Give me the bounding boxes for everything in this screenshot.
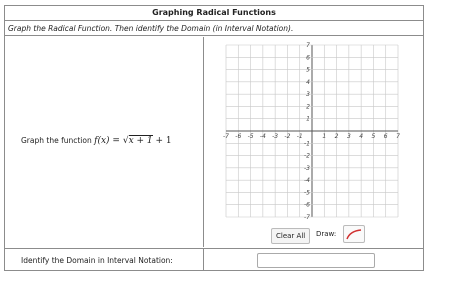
page-title: Graphing Radical Functions [5, 6, 423, 21]
y-tick-label: 1 [306, 116, 310, 123]
instructions: Graph the Radical Function. Then identif… [5, 21, 423, 36]
x-tick-label: -3 [272, 133, 278, 140]
graph-canvas[interactable]: -7 -6 -5 -4 -3 -2 -1 1 2 3 4 5 6 7 7 6 5 4 3 2 1 -1 -2 -3 -4 -5 -6… [222, 41, 402, 221]
y-tick-label: -4 [304, 177, 310, 184]
x-tick-label: 7 [396, 133, 400, 140]
x-tick-label: 6 [384, 133, 388, 140]
y-tick-label: -5 [304, 189, 310, 196]
draw-label: Draw: [316, 230, 337, 238]
x-tick-label: -4 [260, 133, 266, 140]
domain-label: Identify the Domain in Interval Notation… [21, 256, 173, 265]
x-tick-label: -1 [297, 133, 303, 140]
x-tick-label: -6 [235, 133, 241, 140]
x-tick-label: -2 [284, 133, 290, 140]
question-cell: Graph the function f(x) = √x + 1 + 1 [5, 37, 204, 247]
y-tick-label: -3 [304, 165, 310, 172]
curve-icon [346, 229, 362, 240]
y-tick-label: -7 [304, 214, 310, 221]
y-tick-label: 5 [306, 67, 310, 74]
function-expression: f(x) = √x + 1 + 1 [94, 135, 172, 146]
radical-sign: √ [122, 136, 129, 146]
y-tick-label: 2 [306, 103, 310, 110]
question-table: Graphing Radical Functions Graph the Rad… [4, 5, 424, 271]
y-tick-label: 7 [306, 42, 310, 49]
x-tick-label: -7 [223, 133, 229, 140]
clear-all-button[interactable]: Clear All [271, 228, 311, 244]
y-tick-label: -2 [304, 153, 310, 160]
x-tick-label: 4 [359, 133, 363, 140]
x-tick-label: -5 [248, 133, 254, 140]
x-tick-label: 1 [322, 133, 326, 140]
y-tick-label: -6 [304, 202, 310, 209]
domain-input[interactable] [257, 253, 375, 268]
draw-curve-tool-button[interactable] [343, 225, 365, 243]
function-radicand: x + 1 [128, 135, 153, 146]
function-tail: + 1 [152, 136, 172, 146]
graph-cell: -7 -6 -5 -4 -3 -2 -1 1 2 3 4 5 6 7 7 6 5 4 3 2 1 -1 -2 -3 -4 -5 -6… [205, 37, 423, 247]
x-tick-label: 2 [335, 133, 339, 140]
function-prompt: Graph the function f(x) = √x + 1 + 1 [21, 135, 172, 146]
y-tick-label: 6 [306, 54, 310, 61]
y-tick-label: 3 [306, 91, 310, 98]
y-tick-label: -1 [304, 140, 310, 147]
x-tick-label: 5 [372, 133, 376, 140]
domain-label-cell: Identify the Domain in Interval Notation… [5, 249, 204, 271]
prompt-label: Graph the function [21, 136, 92, 145]
y-tick-label: 4 [306, 79, 310, 86]
x-tick-label: 3 [347, 133, 351, 140]
domain-row: Identify the Domain in Interval Notation… [5, 248, 423, 271]
function-lhs: f(x) = [94, 136, 123, 146]
